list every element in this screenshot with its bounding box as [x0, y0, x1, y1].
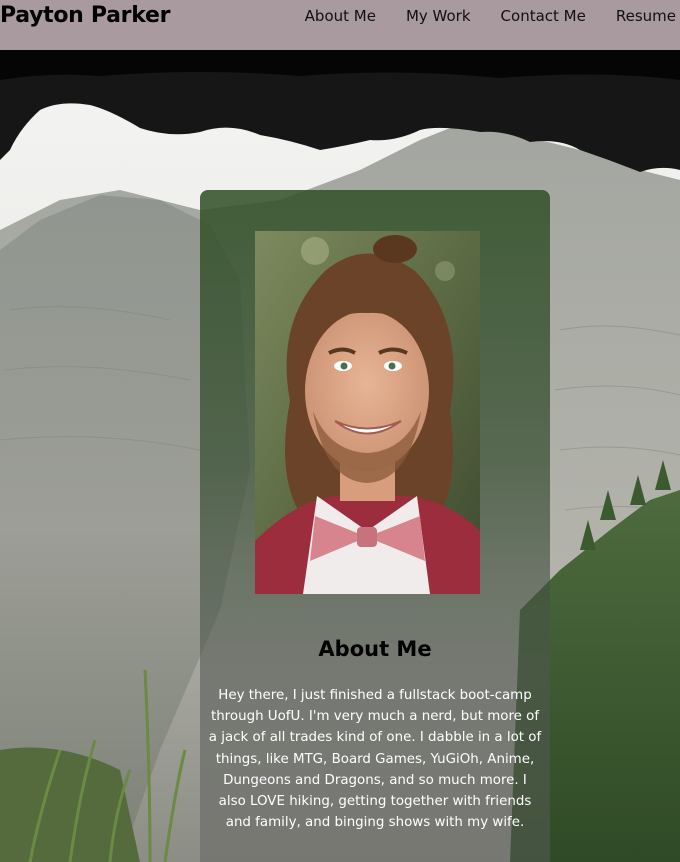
profile-photo [255, 231, 480, 594]
about-card: About Me Hey there, I just finished a fu… [200, 190, 550, 862]
about-line: Hey there, I just finished a fullstack b… [218, 688, 532, 703]
about-me-heading: About Me [318, 637, 432, 661]
about-line: Dungeons and Dragons, and so much more. … [223, 772, 527, 788]
nav-links: About Me My Work Contact Me Resume [305, 7, 676, 25]
nav-link-my-work[interactable]: My Work [406, 7, 471, 25]
nav-link-about-me[interactable]: About Me [305, 7, 376, 25]
about-line: a jack of all trades kind of one. I dabb… [208, 730, 542, 746]
about-line: through UofU. I'm very much a nerd, but … [210, 709, 540, 725]
about-line: and family, and binging shows with my wi… [225, 815, 525, 831]
nav-link-contact-me[interactable]: Contact Me [501, 7, 586, 25]
about-me-paragraph: Hey there, I just finished a fullstack b… [200, 685, 550, 833]
site-brand[interactable]: Payton Parker [0, 3, 170, 28]
nav-link-resume[interactable]: Resume [616, 7, 676, 25]
about-line: things, like MTG, Board Games, YuGiOh, A… [215, 751, 535, 767]
about-line: also LOVE hiking, getting together with … [218, 794, 532, 810]
navbar: Payton Parker About Me My Work Contact M… [0, 0, 680, 50]
